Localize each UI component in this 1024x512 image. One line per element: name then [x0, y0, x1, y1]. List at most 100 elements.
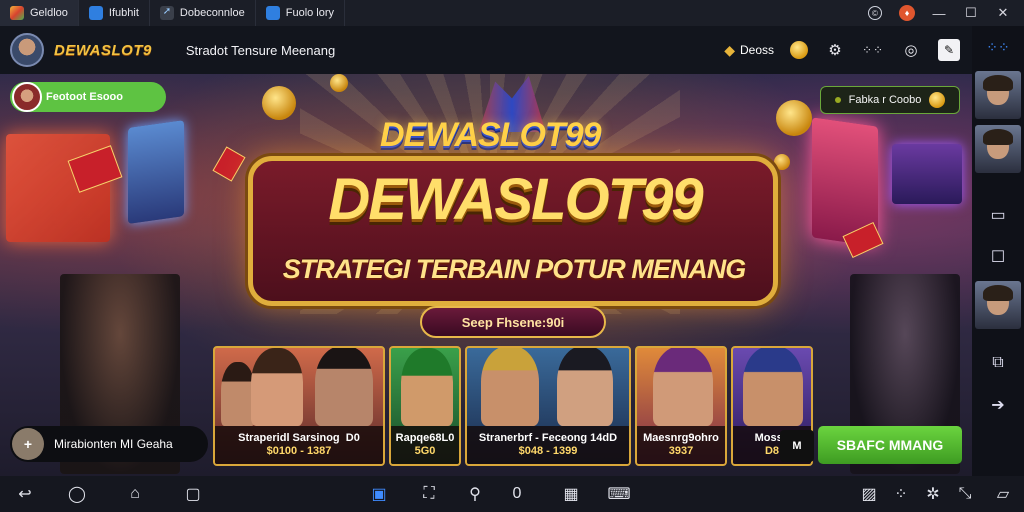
dots-icon[interactable]: ⁘⁘	[862, 39, 884, 61]
plus-icon[interactable]: +	[12, 428, 44, 460]
card-title: Maesnrg9ohro	[643, 432, 719, 444]
card-subtitle: 5G0	[414, 445, 436, 457]
tab-ifubhit[interactable]: Ifubhit	[79, 0, 150, 26]
zero-icon[interactable]: 0	[498, 476, 536, 512]
sidebar-thumbnail-1[interactable]	[975, 71, 1021, 119]
expand-icon[interactable]: ⛶	[410, 476, 448, 512]
header-actions: ◆ Deoss ⚙ ⁘⁘ ◎ ✎	[724, 39, 972, 61]
tab-label: Fuolo lory	[285, 7, 335, 19]
maximize-icon[interactable]: ☐	[958, 0, 984, 26]
close-icon[interactable]: ✕	[990, 0, 1016, 26]
app-switcher-icon[interactable]: ▣	[360, 476, 398, 512]
panel-icon[interactable]: ▭	[972, 194, 1024, 236]
coin-decoration	[262, 86, 296, 120]
game-card[interactable]: Straperidl Sarsinog D0 $0100 - 1387	[213, 346, 385, 466]
message-icon[interactable]: ▱	[984, 476, 1022, 512]
gear-icon[interactable]: ⚙	[824, 39, 846, 61]
tab-fuolo-lory[interactable]: Fuolo lory	[256, 0, 346, 26]
card-artwork	[467, 348, 629, 426]
card-artwork	[637, 348, 725, 426]
help-icon[interactable]: ©	[862, 0, 888, 26]
game-card[interactable]: Stranerbrf - Feceong 14dD $048 - 1399	[465, 346, 631, 466]
game-cards: Straperidl Sarsinog D0 $0100 - 1387 Rapq…	[213, 346, 813, 468]
screenshot-icon[interactable]: ▦	[552, 476, 590, 512]
card-artwork	[391, 348, 459, 426]
coins-label: Deoss	[739, 43, 774, 57]
scale-icon[interactable]: ⤡	[946, 476, 984, 512]
tab-dobeconnloe[interactable]: ➚ Dobeconnloe	[150, 0, 256, 26]
card-caption: Stranerbrf - Feceong 14dD $048 - 1399	[467, 426, 629, 464]
banner-subtitle: STRATEGI TERBAIN POTUR MENANG	[282, 254, 747, 284]
coin-decoration	[774, 154, 790, 170]
card-title: Rapqe68L0	[395, 432, 455, 444]
tab-label: Geldloo	[30, 7, 68, 19]
card-title: Stranerbrf - Feceong 14dD	[478, 432, 618, 444]
window-controls: © ♦ — ☐ ✕	[862, 0, 1024, 26]
card-subtitle: $048 - 1399	[518, 445, 578, 457]
card-artwork	[215, 348, 383, 426]
game-stage: Feotoot Esooo Fabka r Coobo DEWASLOT99 D…	[0, 74, 972, 476]
app-icon	[10, 6, 24, 20]
notification-icon[interactable]: ♦	[894, 0, 920, 26]
arrow-icon[interactable]: ➔	[972, 384, 1024, 426]
tab-label: Ifubhit	[108, 7, 139, 19]
reward-pill-label: Fabka r Coobo	[848, 94, 922, 106]
logo-small: DEWASLOT99	[380, 116, 601, 154]
bottom-toolbar: ↩ ◯ ⌂ ▢ ▣ ⛶ ⚲ 0 ▦ ⌨ ▨ ⁘ ✲ ⤡ ▱	[0, 476, 1024, 512]
card-extra: D0	[345, 432, 360, 444]
gem-icon: ◆	[724, 41, 735, 58]
toast-text: Mirabionten MI Geaha	[54, 437, 173, 451]
recent-apps-icon[interactable]: ▢	[174, 476, 212, 512]
gamepad-icon[interactable]: ⚲	[456, 476, 494, 512]
card-decoration	[212, 146, 246, 182]
neon-sign	[128, 120, 184, 224]
sidebar-thumbnail-2[interactable]	[975, 125, 1021, 173]
window-titlebar: Geldloo Ifubhit ➚ Dobeconnloe Fuolo lory…	[0, 0, 1024, 26]
square-icon[interactable]: ☐	[972, 236, 1024, 278]
notification-toast[interactable]: + Mirabionten MI Geaha	[10, 426, 208, 462]
coin-icon	[929, 92, 946, 108]
user-pill-label: Feotoot Esooo	[46, 91, 123, 103]
minimize-icon[interactable]: —	[926, 0, 952, 26]
grid-icon[interactable]: ⁘⁘	[972, 26, 1024, 68]
neon-sign	[892, 144, 962, 204]
tab-label: Dobeconnloe	[179, 7, 245, 19]
bookmark-icon[interactable]: ✎	[938, 39, 960, 61]
card-title: Straperidl Sarsinog	[238, 432, 340, 444]
avatar[interactable]	[10, 33, 44, 67]
card-subtitle: D8	[764, 445, 780, 457]
back-icon[interactable]: ↩	[6, 476, 44, 512]
home-icon[interactable]: ⌂	[116, 476, 154, 512]
window-icon	[88, 6, 103, 20]
tab-geldloo[interactable]: Geldloo	[0, 0, 79, 26]
app-header: DEWASLOT9 Stradot Tensure Meenang ◆ Deos…	[0, 26, 972, 74]
window-icon	[265, 6, 280, 20]
user-pill[interactable]: Feotoot Esooo	[10, 82, 166, 112]
card-subtitle: $0100 - 1387	[266, 445, 332, 457]
mini-button[interactable]: M	[780, 430, 814, 462]
card-artwork	[733, 348, 811, 426]
play-button[interactable]: SBAFC MMANG	[818, 426, 962, 464]
right-sidebar: ⁘⁘ ▭ ☐ ⧉ ➔	[972, 26, 1024, 476]
reward-pill[interactable]: Fabka r Coobo	[820, 86, 960, 114]
game-card[interactable]: Rapqe68L0 5G0	[389, 346, 461, 466]
coin-decoration	[776, 100, 812, 136]
brand-logo: DEWASLOT9	[54, 41, 152, 59]
coins-button[interactable]: ◆ Deoss	[724, 42, 774, 59]
coin-icon[interactable]	[790, 41, 808, 59]
card-caption: Straperidl Sarsinog D0 $0100 - 1387	[215, 426, 383, 464]
globe-icon[interactable]: ◎	[900, 39, 922, 61]
avatar	[12, 82, 42, 112]
card-caption: Rapqe68L0 5G0	[391, 426, 459, 464]
refresh-icon[interactable]: ◯	[58, 476, 96, 512]
sidebar-thumbnail-3[interactable]	[975, 281, 1021, 329]
card-subtitle: 3937	[668, 445, 694, 457]
page-title: Stradot Tensure Meenang	[185, 42, 336, 58]
game-card[interactable]: Maesnrg9ohro 3937	[635, 346, 727, 466]
card-caption: Maesnrg9ohro 3937	[637, 426, 725, 464]
banner-title: DEWASLOT99	[328, 167, 703, 232]
layers-icon[interactable]: ⧉	[972, 342, 1024, 384]
dot-icon	[834, 97, 841, 103]
keyboard-icon[interactable]: ⌨	[600, 476, 638, 512]
banner-button[interactable]: Seep Fhsene:90i	[420, 306, 606, 338]
